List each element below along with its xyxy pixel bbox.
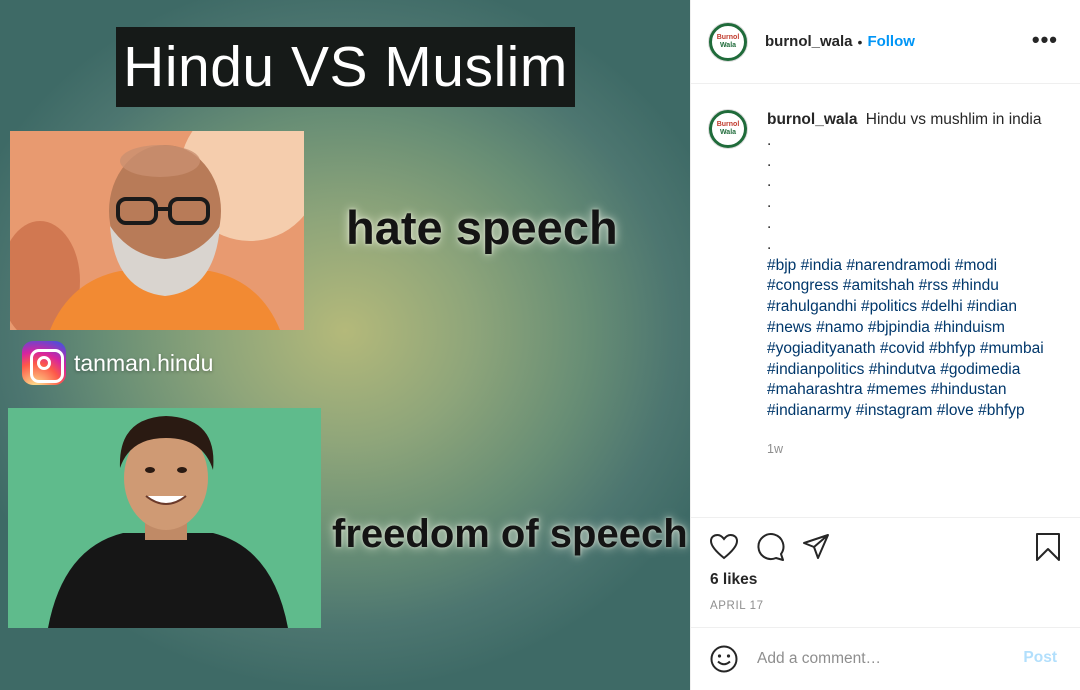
hashtag-link[interactable]: #bhfyp <box>978 402 1025 419</box>
post-side-panel: Burnol Wala burnol_wala • Follow ••• Bur… <box>690 0 1080 690</box>
hashtag-link[interactable]: #politics <box>861 298 917 315</box>
caption-dot: . <box>767 173 772 191</box>
hashtag-link[interactable]: #bhfyp <box>929 340 976 357</box>
bookmark-icon[interactable] <box>1033 532 1063 562</box>
likes-count[interactable]: 6 likes <box>710 571 757 589</box>
photo-young-man <box>8 408 321 628</box>
caption-section: Burnol Wala burnol_wala Hindu vs mushlim… <box>691 84 1080 518</box>
instagram-handle-badge: tanman.hindu <box>22 341 213 385</box>
hashtag-link[interactable]: #yogiadityanath <box>767 340 876 357</box>
hashtag-link[interactable]: #hinduism <box>934 319 1005 336</box>
hashtag-link[interactable]: #news <box>767 319 812 336</box>
avatar-text-line2: Wala <box>719 129 737 136</box>
caption-dot: . <box>767 131 772 149</box>
follow-button[interactable]: Follow <box>867 33 915 50</box>
post-date: APRIL 17 <box>710 600 764 612</box>
smiley-icon[interactable] <box>709 644 739 674</box>
hashtag-link[interactable]: #love <box>937 402 974 419</box>
hashtag-link[interactable]: #godimedia <box>940 361 1020 378</box>
caption-dot: . <box>767 152 772 170</box>
post-button[interactable]: Post <box>1023 649 1057 667</box>
header-username[interactable]: burnol_wala <box>765 33 853 50</box>
time-ago[interactable]: 1w <box>767 439 1057 460</box>
hashtag-link[interactable]: #delhi <box>921 298 962 315</box>
hashtag-link[interactable]: #indianpolitics <box>767 361 864 378</box>
meme-title: Hindu VS Muslim <box>116 27 575 107</box>
separator-dot: • <box>857 33 863 50</box>
post-header: Burnol Wala burnol_wala • Follow ••• <box>691 0 1080 84</box>
avatar-text-line1: Burnol <box>716 121 740 128</box>
freedom-of-speech-caption: freedom of speech <box>332 512 688 556</box>
hashtag-link[interactable]: #bjp <box>767 257 796 274</box>
hashtag-link[interactable]: #hindu <box>952 277 999 294</box>
comment-bar: Post <box>691 628 1080 690</box>
action-bar: 6 likes APRIL 17 <box>691 518 1080 628</box>
hashtag-link[interactable]: #hindutva <box>869 361 936 378</box>
hashtag-list: #bjp #india #narendramodi #modi #congres… <box>767 256 1057 422</box>
hashtag-link[interactable]: #india <box>801 257 842 274</box>
more-options-icon[interactable]: ••• <box>1032 29 1058 51</box>
hashtag-link[interactable]: #covid <box>880 340 925 357</box>
comment-input[interactable] <box>757 650 1007 668</box>
photo-bearded-man <box>10 131 304 330</box>
hashtag-link[interactable]: #bjpindia <box>868 319 930 336</box>
hashtag-link[interactable]: #namo <box>816 319 863 336</box>
hashtag-link[interactable]: #rss <box>919 277 948 294</box>
hashtag-link[interactable]: #narendramodi <box>846 257 950 274</box>
comment-icon[interactable] <box>755 532 785 562</box>
hashtag-link[interactable]: #rahulgandhi <box>767 298 857 315</box>
avatar-text-line2: Wala <box>719 41 737 49</box>
caption-dots: ...... <box>767 131 1057 256</box>
hashtag-link[interactable]: #memes <box>867 381 926 398</box>
hashtag-link[interactable]: #congress <box>767 277 839 294</box>
hashtag-link[interactable]: #mumbai <box>980 340 1044 357</box>
hashtag-link[interactable]: #maharashtra <box>767 381 863 398</box>
post-image[interactable]: Hindu VS Muslim hate speech tanman.hindu <box>0 0 690 690</box>
hashtag-link[interactable]: #amitshah <box>843 277 915 294</box>
avatar[interactable]: Burnol Wala <box>709 22 747 61</box>
caption-dot: . <box>767 235 772 253</box>
instagram-handle: tanman.hindu <box>74 349 214 376</box>
heart-icon[interactable] <box>709 532 739 562</box>
avatar-text-line1: Burnol <box>716 33 740 41</box>
caption-username[interactable]: burnol_wala <box>767 111 857 128</box>
hashtag-link[interactable]: #indian <box>967 298 1017 315</box>
caption-dot: . <box>767 194 772 212</box>
instagram-logo-icon <box>22 341 66 385</box>
hashtag-link[interactable]: #hindustan <box>931 381 1007 398</box>
caption-avatar[interactable]: Burnol Wala <box>709 110 747 148</box>
share-icon[interactable] <box>801 532 831 562</box>
hate-speech-caption: hate speech <box>346 201 618 254</box>
hashtag-link[interactable]: #indianarmy <box>767 402 851 419</box>
caption-dot: . <box>767 214 772 232</box>
caption-text: Hindu vs mushlim in india <box>865 111 1042 128</box>
hashtag-link[interactable]: #instagram <box>856 402 933 419</box>
caption-text-block: burnol_wala Hindu vs mushlim in india ..… <box>767 110 1057 460</box>
hashtag-link[interactable]: #modi <box>955 257 997 274</box>
